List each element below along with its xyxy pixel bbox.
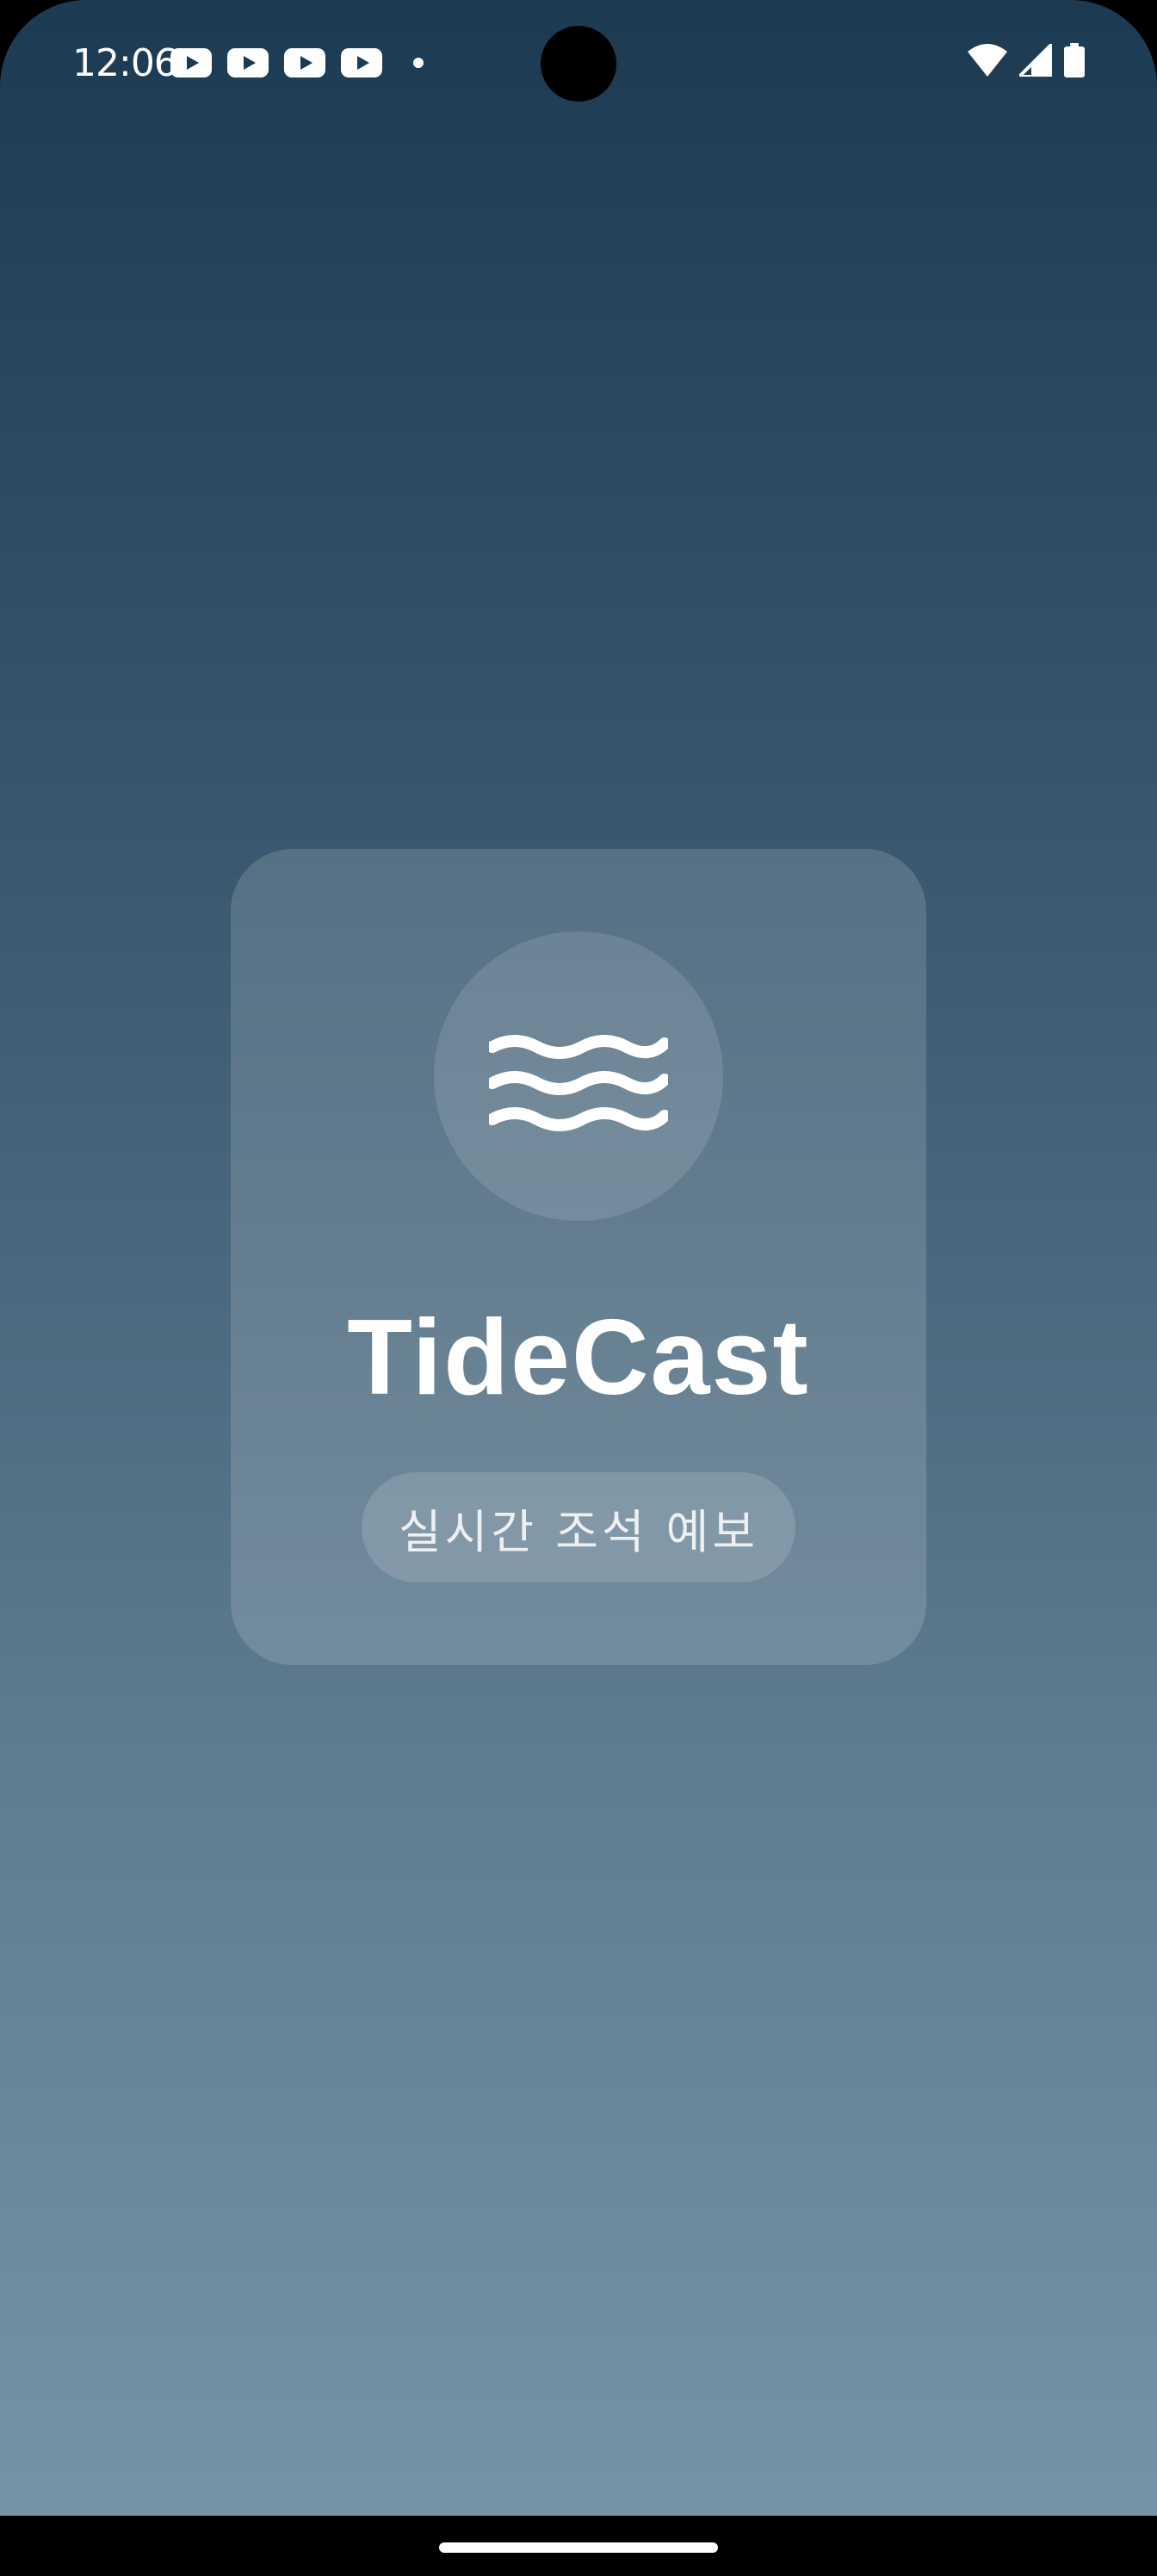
youtube-icon [170, 48, 212, 77]
wifi-icon [968, 44, 1007, 81]
waves-icon [489, 1035, 668, 1131]
system-status-icons [968, 40, 1085, 82]
tagline-text: 실시간 조석 예보 [398, 1504, 759, 1559]
status-bar: 12:06 [0, 0, 1157, 129]
notification-icons [170, 48, 424, 77]
youtube-icon [227, 48, 269, 77]
app-logo [434, 932, 723, 1221]
navigation-handle[interactable] [439, 2542, 718, 2553]
status-time: 12:06 [72, 41, 178, 85]
dot-icon [413, 58, 424, 68]
tagline-badge: 실시간 조석 예보 [362, 1472, 795, 1582]
battery-icon [1064, 43, 1085, 82]
youtube-icon [284, 48, 325, 77]
camera-cutout [541, 26, 616, 102]
splash-screen: 12:06 TideCast 실시간 조석 예보 [0, 0, 1157, 2516]
splash-card: TideCast 실시간 조석 예보 [231, 849, 926, 1665]
youtube-icon [341, 48, 382, 77]
app-title: TideCast [347, 1298, 810, 1417]
cellular-signal-icon [1015, 40, 1054, 81]
